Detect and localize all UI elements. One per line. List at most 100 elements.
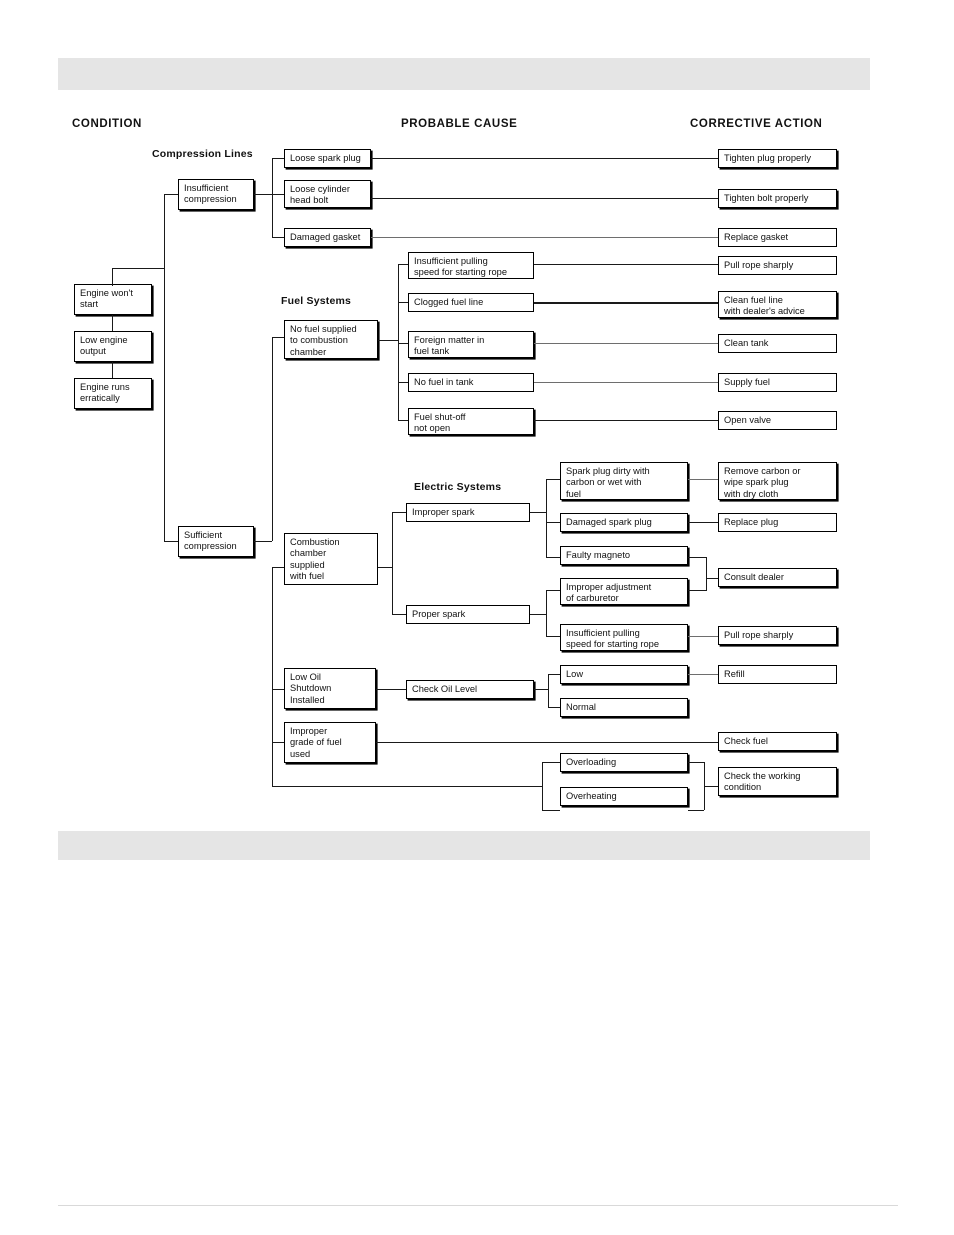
connector-loose-bolt-to-action [371,198,718,199]
connector-clogged-to-action [534,302,718,304]
cause-faulty-magneto[interactable]: Faulty magneto [560,546,688,565]
cause-low-oil-shutdown-installed[interactable]: Low Oil Shutdown Installed [284,668,376,709]
connector-to-improper-spark [392,512,406,513]
connector-magneto-merge [688,557,706,558]
connector-overheating-merge [688,810,704,811]
cause-insufficient-pulling-speed-1[interactable]: Insufficient pulling speed for starting … [408,252,534,279]
connector-to-oil-low [548,674,560,675]
cause-insufficient-pulling-speed-2[interactable]: Insufficient pulling speed for starting … [560,624,688,651]
connector-to-oil-normal [548,707,560,708]
connector-low-to-refill [688,674,718,675]
connector-to-proper-spark [392,614,406,615]
cause-foreign-matter-in-fuel-tank[interactable]: Foreign matter in fuel tank [408,331,534,358]
cause-improper-grade-of-fuel[interactable]: Improper grade of fuel used [284,722,376,763]
cause-proper-spark[interactable]: Proper spark [406,605,530,624]
connector-to-combustion-chamber [272,567,284,568]
document-page: CONDITION PROBABLE CAUSE CORRECTIVE ACTI… [0,0,954,1235]
action-tighten-bolt-properly[interactable]: Tighten bolt properly [718,189,837,208]
connector-merge-to-working-condition [704,786,718,787]
cause-oil-normal[interactable]: Normal [560,698,688,717]
action-tighten-plug-properly[interactable]: Tighten plug properly [718,149,837,168]
connector-to-no-fuel-in-tank [398,382,408,383]
connector-foreign-to-action [534,343,718,344]
action-replace-gasket[interactable]: Replace gasket [718,228,837,247]
connector-pull-2-to-action [688,636,718,637]
connector-to-overheating [542,810,560,811]
connector-to-spark-plug-dirty [546,479,560,480]
connector-consult-merge-spine [706,557,707,591]
action-refill[interactable]: Refill [718,665,837,684]
connector-to-overloading [542,762,560,763]
connector-bus-to-sufficient [164,541,178,542]
action-check-the-working-condition[interactable]: Check the working condition [718,767,837,796]
cond-low-engine-output[interactable]: Low engine output [74,331,152,362]
connector-bus-to-insufficient [164,194,178,195]
connector-to-fuel-shutoff [398,420,408,421]
cause-loose-spark-plug[interactable]: Loose spark plug [284,149,371,168]
cause-damaged-gasket[interactable]: Damaged gasket [284,228,371,247]
connector-no-fuel-out [378,340,398,341]
action-supply-fuel[interactable]: Supply fuel [718,373,837,392]
cause-oil-low[interactable]: Low [560,665,688,684]
cause-improper-spark[interactable]: Improper spark [406,503,530,522]
column-heading-corrective-action: CORRECTIVE ACTION [690,118,823,130]
cond-engine-runs-erratically[interactable]: Engine runs erratically [74,378,152,409]
cause-no-fuel-in-tank[interactable]: No fuel in tank [408,373,534,392]
connector-main-bus [164,194,165,541]
action-replace-plug[interactable]: Replace plug [718,513,837,532]
connector-to-improper-grade [272,742,284,743]
connector-bus-to-load-spine [272,786,542,787]
connector-dirty-to-action [688,479,718,480]
connector-loose-plug-to-action [371,158,718,159]
connector-merge-to-consult [706,578,718,579]
cause-check-oil-level[interactable]: Check Oil Level [406,680,534,699]
action-clean-fuel-line[interactable]: Clean fuel line with dealer's advice [718,291,837,318]
cause-loose-cylinder-head-bolt[interactable]: Loose cylinder head bolt [284,180,371,208]
action-remove-carbon[interactable]: Remove carbon or wipe spark plug with dr… [718,462,837,500]
cause-no-fuel-supplied[interactable]: No fuel supplied to combustion chamber [284,320,378,359]
connector-combustion-out [378,567,392,568]
connector-fuel-spine [398,264,399,420]
connector-grade-to-check-fuel [376,742,718,743]
connector-lower-bus [272,567,273,786]
action-clean-tank[interactable]: Clean tank [718,334,837,353]
connector-overloading-merge [688,762,704,763]
cause-overheating[interactable]: Overheating [560,787,688,806]
connector-to-insufficient-pull-1 [398,264,408,265]
connector-gasket-to-action [371,237,718,238]
connector-improper-out [530,512,546,513]
connector-to-improper-carburetor [546,590,560,591]
action-open-valve[interactable]: Open valve [718,411,837,430]
connector-shutoff-to-action [534,420,718,421]
action-consult-dealer[interactable]: Consult dealer [718,568,837,587]
cause-spark-plug-dirty[interactable]: Spark plug dirty with carbon or wet with… [560,462,688,500]
cause-clogged-fuel-line[interactable]: Clogged fuel line [408,293,534,312]
troubleshooting-flowchart: CONDITION PROBABLE CAUSE CORRECTIVE ACTI… [0,0,954,1235]
cause-fuel-shutoff-not-open[interactable]: Fuel shut-off not open [408,408,534,435]
cause-damaged-spark-plug[interactable]: Damaged spark plug [560,513,688,532]
cond-engine-wont-start[interactable]: Engine won't start [74,284,152,315]
cause-overloading[interactable]: Overloading [560,753,688,772]
cause-combustion-chamber-supplied[interactable]: Combustion chamber supplied with fuel [284,533,378,585]
connector-cond1-cond2 [112,315,113,331]
connector-improper-spine [546,479,547,558]
connector-spark-spine [392,512,393,615]
cause-improper-carburetor-adjustment[interactable]: Improper adjustment of carburetor [560,578,688,605]
branch-sufficient-compression[interactable]: Sufficient compression [178,526,254,557]
action-pull-rope-sharply-1[interactable]: Pull rope sharply [718,256,837,275]
connector-to-insufficient-pull-2 [546,636,560,637]
connector-to-faulty-magneto [546,557,560,558]
connector-cond-stub-up [112,268,113,286]
connector-to-loose-spark-plug [272,158,284,159]
action-check-fuel[interactable]: Check fuel [718,732,837,751]
connector-proper-out [530,614,546,615]
connector-check-oil-out [534,689,548,690]
action-pull-rope-sharply-2[interactable]: Pull rope sharply [718,626,837,645]
connector-to-low-oil-shutdown [272,689,284,690]
connector-insufficient-out [254,194,272,195]
branch-insufficient-compression[interactable]: Insufficient compression [178,179,254,210]
connector-load-spine [542,762,543,810]
connector-to-damaged-spark-plug [546,522,560,523]
connector-carb-merge [688,590,706,591]
group-label-fuel-systems: Fuel Systems [281,295,352,307]
